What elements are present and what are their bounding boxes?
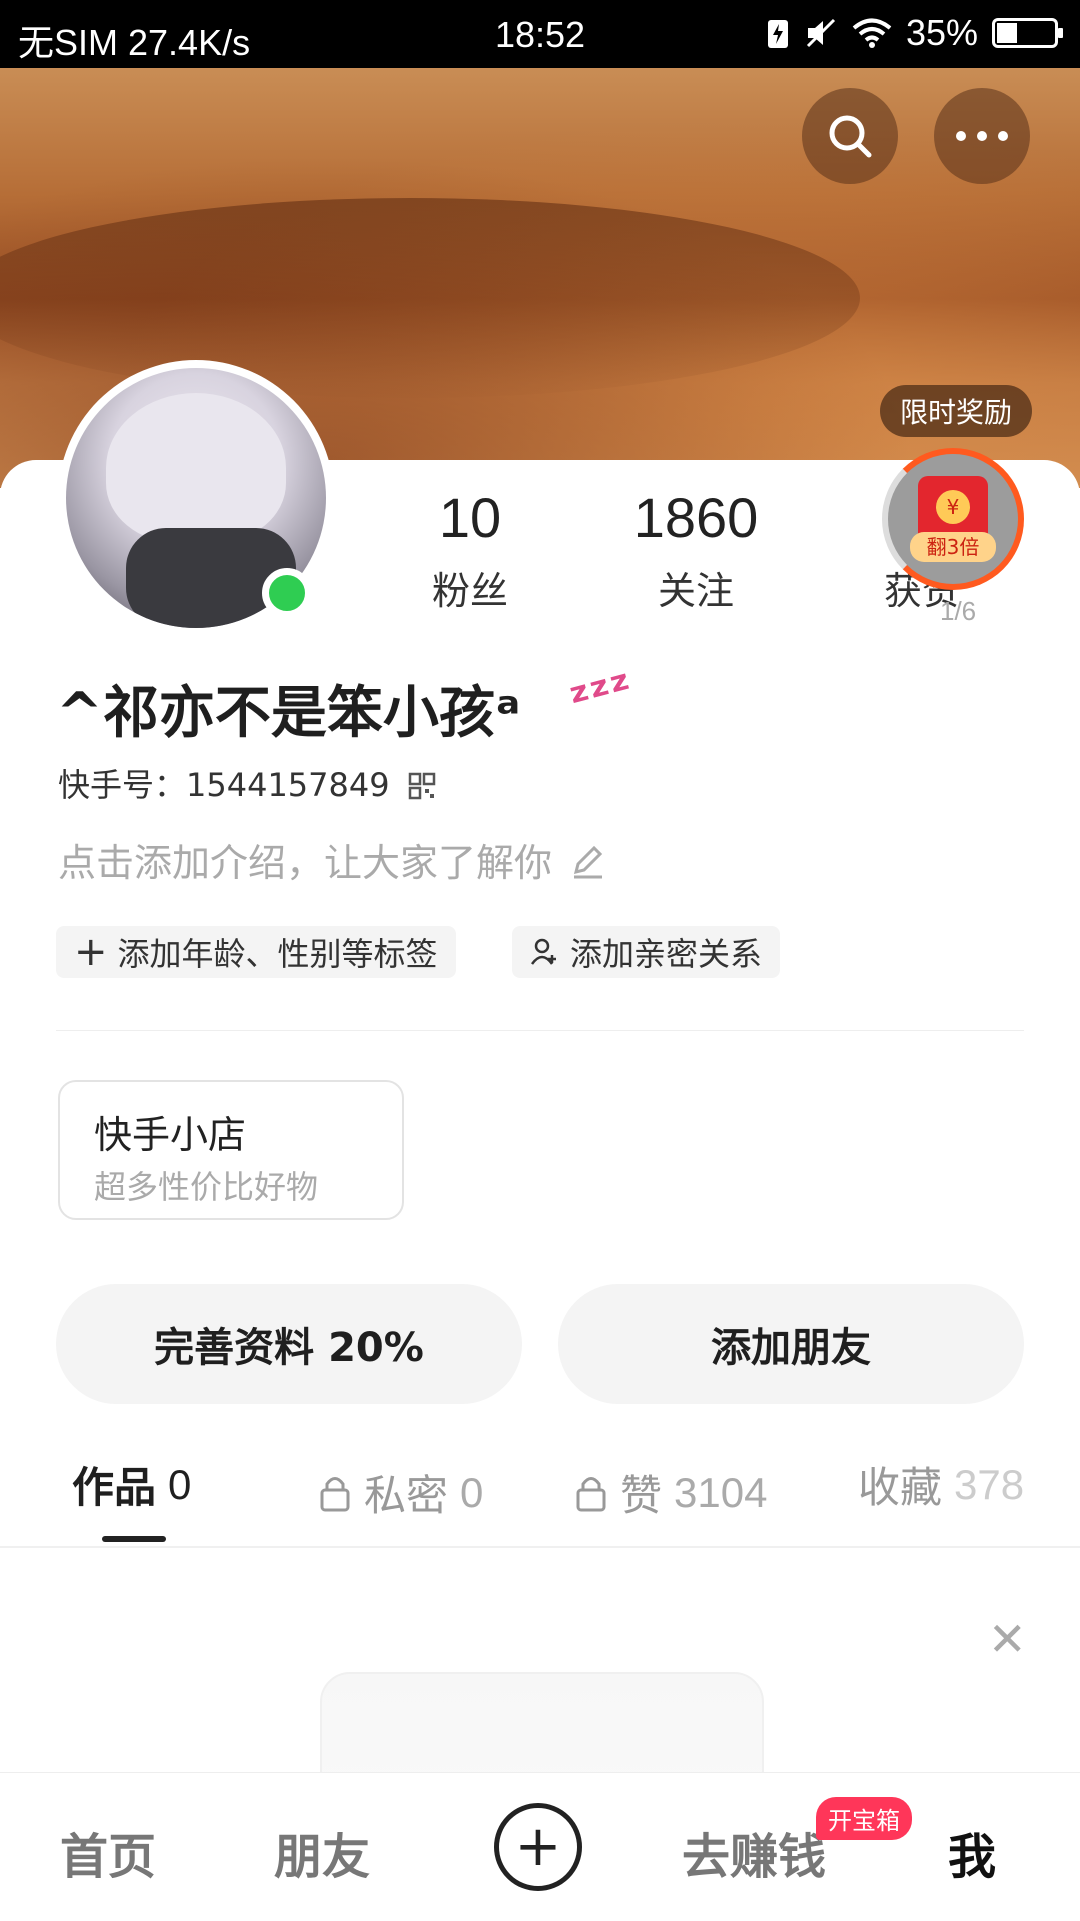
edit-icon [574,845,603,879]
shop-subtitle: 超多性价比好物 [94,1168,319,1206]
add-friend-button[interactable]: 添加朋友 [558,1284,1024,1404]
search-icon [829,115,872,158]
bottom-nav: 首页 朋友 + 去赚钱 开宝箱 我 [0,1772,1080,1921]
search-button[interactable] [802,88,898,184]
tab-liked-count: 3104 [674,1468,768,1516]
online-status-dot [262,568,312,618]
tab-favorites-count: 378 [954,1460,1025,1508]
wifi-icon [852,18,892,48]
kuaishou-shop-card[interactable]: 快手小店 超多性价比好物 [58,1080,404,1220]
fans-count: 10 [438,486,502,549]
nav-earn[interactable]: 去赚钱 [682,1817,826,1887]
create-post-button[interactable]: + [494,1803,582,1891]
complete-profile-button[interactable]: 完善资料 20% [56,1284,522,1404]
add-tags-chip[interactable]: + 添加年龄、性别等标签 [56,926,456,978]
following-label: 关注 [657,569,734,613]
tab-works[interactable]: 作品 0 [72,1454,191,1515]
tab-private-count: 0 [460,1468,484,1516]
divider [56,1030,1024,1031]
more-icon [956,131,1008,141]
add-relation-label: 添加亲密关系 [570,935,763,973]
lock-icon [576,1476,606,1511]
user-id-text: 快手号：1544157849 [58,766,390,804]
shop-title: 快手小店 [94,1113,247,1157]
tab-liked-label: 赞 [620,1471,663,1520]
close-icon[interactable]: ✕ [988,1612,1027,1666]
mute-icon [806,18,835,48]
tab-private-label: 私密 [364,1471,449,1520]
profile-name: ^祁亦不是笨小孩ᵃ [56,681,521,746]
nav-home[interactable]: 首页 [60,1817,156,1887]
tab-works-count: 0 [168,1460,192,1508]
status-bar: 无SIM 27.4K/s 18:52 35% [0,0,1080,68]
tab-liked[interactable]: 赞 3104 [574,1462,767,1523]
red-envelope-icon: ¥ 翻3倍 [910,476,996,562]
battery-icon [992,18,1063,48]
bio-text: 点击添加介绍，让大家了解你 [58,841,553,885]
fans-label: 粉丝 [431,569,508,613]
tab-works-label: 作品 [72,1463,157,1512]
status-icons: 35% [766,12,1063,54]
treasure-box-badge[interactable]: 开宝箱 [816,1797,912,1840]
charging-icon [767,20,788,48]
user-id[interactable]: 快手号：1544157849 [58,760,436,806]
add-relation-chip[interactable]: 添加亲密关系 [512,926,781,978]
tab-private[interactable]: 私密 0 [318,1462,483,1523]
coin-icon: ¥ [936,490,970,524]
reward-multiplier: 翻3倍 [910,532,996,562]
tab-divider [0,1546,1080,1548]
tab-favorites-label: 收藏 [858,1463,943,1512]
following-count: 1860 [633,486,759,549]
limited-reward-tag[interactable]: 限时奖励 [880,385,1033,437]
stat-fans[interactable]: 10 粉丝 [380,490,560,615]
qr-code-icon [408,772,436,800]
add-tags-label: 添加年龄、性别等标签 [117,935,438,973]
bio-placeholder[interactable]: 点击添加介绍，让大家了解你 [58,832,606,887]
lock-icon [320,1476,350,1511]
plus-icon: + [514,1814,562,1879]
person-add-icon [530,938,556,965]
nav-friends[interactable]: 朋友 [274,1817,370,1887]
nav-me[interactable]: 我 [948,1817,996,1887]
active-tab-indicator [102,1536,166,1542]
reward-progress: 1/6 [940,596,977,626]
stat-following[interactable]: 1860 关注 [606,490,786,615]
plus-icon: + [74,929,108,975]
more-button[interactable] [934,88,1030,184]
tab-favorites[interactable]: 收藏 378 [858,1454,1024,1515]
battery-percent: 35% [905,12,978,53]
reward-widget[interactable]: ¥ 翻3倍 [882,448,1024,590]
